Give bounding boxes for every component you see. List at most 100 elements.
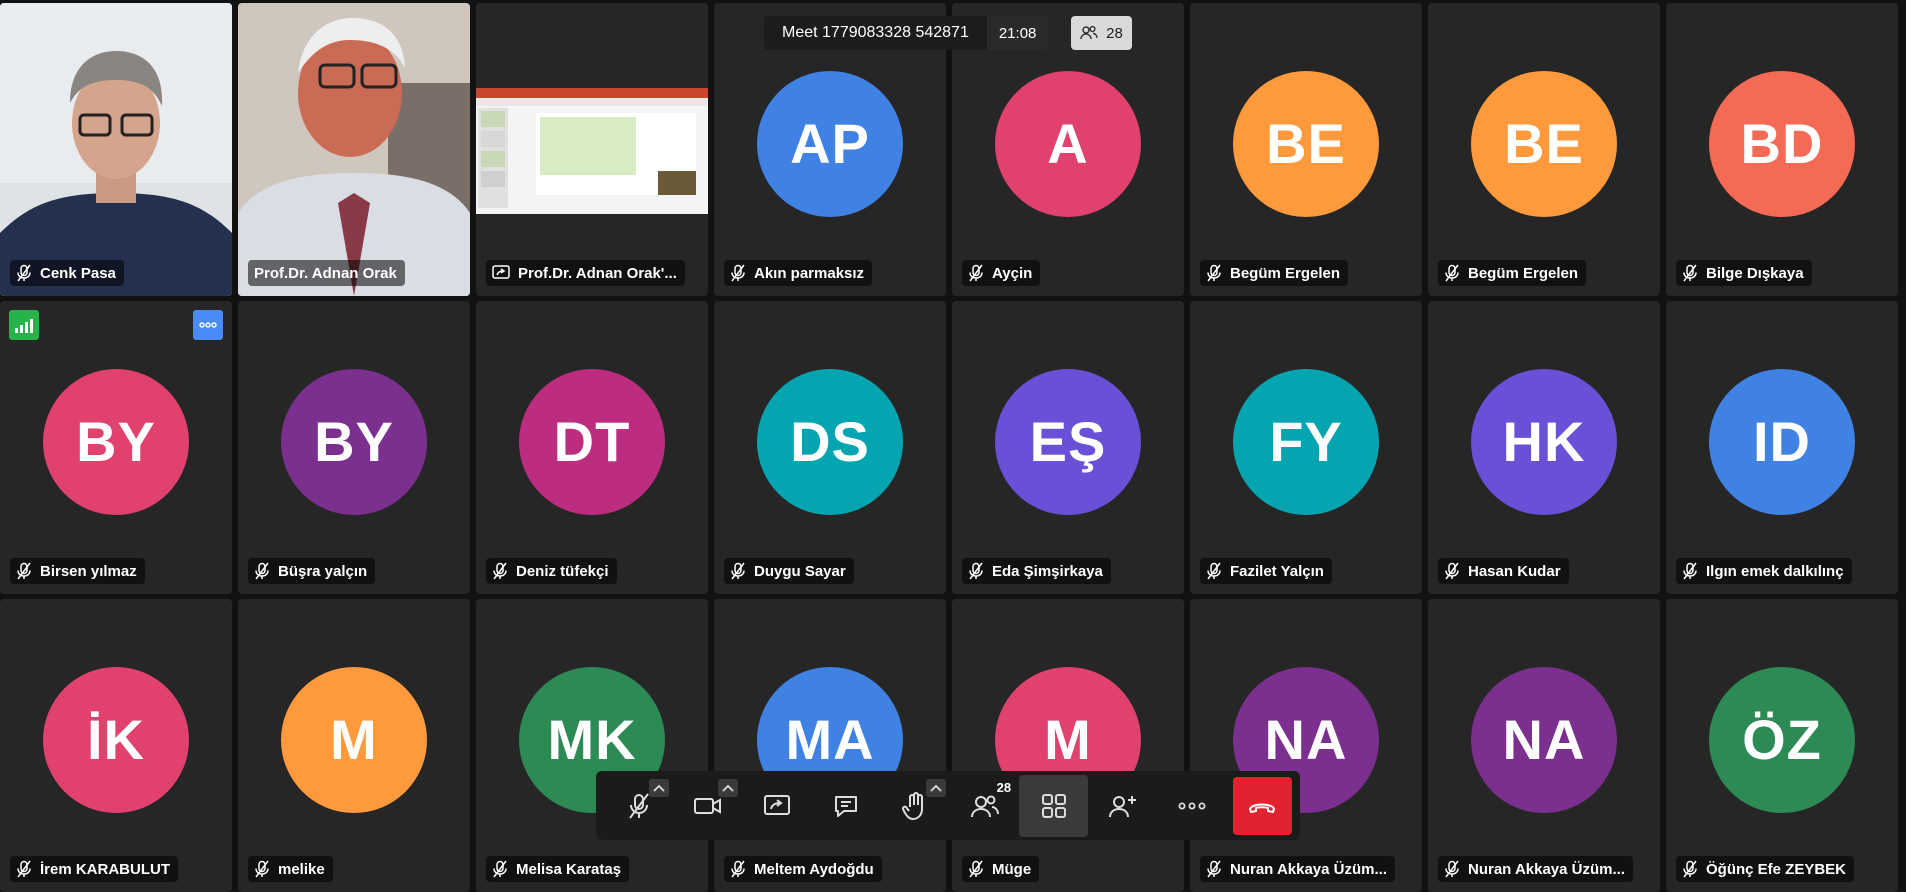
participant-name-label: melike [248, 856, 333, 882]
mic-off-icon [493, 562, 507, 580]
mic-off-icon [731, 860, 745, 878]
participant-name-label: Nuran Akkaya Üzüm... [1200, 856, 1395, 882]
mic-off-icon [969, 562, 983, 580]
mic-off-icon [731, 264, 745, 282]
participant-name: Ayçin [992, 264, 1033, 282]
participant-count-button[interactable]: 28 [1071, 16, 1132, 50]
participant-name-label: Birsen yılmaz [10, 558, 145, 584]
raise-hand-button[interactable] [881, 775, 950, 837]
participant-name: Duygu Sayar [754, 562, 846, 580]
participant-tile[interactable]: İK İrem KARABULUT [0, 599, 232, 892]
participant-count: 28 [1106, 24, 1123, 42]
participant-name-label: Hasan Kudar [1438, 558, 1569, 584]
mic-off-icon [628, 792, 649, 819]
participant-avatar: FY [1233, 368, 1379, 515]
participant-tile[interactable]: BE Begüm Ergelen [1428, 3, 1660, 296]
mic-off-icon [1683, 264, 1697, 282]
participant-name: Müge [992, 860, 1032, 878]
participant-name-label: Öğünç Efe ZEYBEK [1676, 856, 1855, 882]
participant-tile[interactable]: FY Fazilet Yalçın [1190, 301, 1422, 594]
participant-tile[interactable]: BY Büşra yalçın [238, 301, 470, 594]
participant-name: Birsen yılmaz [40, 562, 137, 580]
participant-name: Prof.Dr. Adnan Orak [254, 264, 397, 282]
camera-icon [693, 797, 721, 814]
participant-tile[interactable]: M Müge [952, 599, 1184, 892]
participant-name-label: Nuran Akkaya Üzüm... [1438, 856, 1633, 882]
participant-avatar: EŞ [995, 368, 1141, 515]
participant-tile[interactable]: ID Ilgın emek dalkılınç [1666, 301, 1898, 594]
participants-badge: 28 [996, 779, 1012, 795]
participant-tile[interactable]: Cenk Pasa [0, 3, 232, 296]
participant-avatar: DS [757, 368, 903, 515]
participant-name-label: Meltem Aydoğdu [724, 856, 882, 882]
chevron-up-icon [930, 784, 942, 792]
meeting-time: 21:08 [986, 16, 1049, 50]
chat-icon [835, 795, 858, 817]
participant-avatar: BE [1233, 70, 1379, 217]
share-screen-icon [763, 794, 790, 815]
connection-quality-icon[interactable] [9, 310, 39, 340]
mic-off-icon [1207, 264, 1221, 282]
screen-share-icon [492, 265, 510, 279]
participant-name: Melisa Karataş [516, 860, 622, 878]
participant-tile[interactable]: BY Birsen yılmaz [0, 301, 232, 594]
shared-screen-presentation [476, 3, 708, 296]
participant-name-label: Prof.Dr. Adnan Orak'... [486, 260, 685, 286]
participant-tile[interactable]: Prof.Dr. Adnan Orak'... [476, 3, 708, 296]
add-person-icon [1108, 795, 1136, 817]
meeting-info-bar: Meet 1779083328 542871 21:08 [764, 16, 1049, 50]
mic-off-icon [493, 860, 507, 878]
mic-off-icon [255, 562, 269, 580]
participant-name-label: Bilge Dışkaya [1676, 260, 1812, 286]
chevron-up-icon [722, 784, 735, 792]
grid-layout-icon [1041, 793, 1066, 818]
participant-avatar: BD [1709, 70, 1855, 217]
participant-tile[interactable]: DS Duygu Sayar [714, 301, 946, 594]
more-options-button[interactable] [1158, 775, 1227, 837]
participant-name: Fazilet Yalçın [1230, 562, 1324, 580]
participant-name-label: Eda Şimşirkaya [962, 558, 1111, 584]
leave-call-button[interactable] [1232, 776, 1292, 835]
participant-name-label: Begüm Ergelen [1200, 260, 1349, 286]
chat-button[interactable] [812, 775, 881, 837]
participant-tile[interactable]: BD Bilge Dışkaya [1666, 3, 1898, 296]
participant-name: Nuran Akkaya Üzüm... [1230, 860, 1387, 878]
hand-options-caret[interactable] [925, 778, 946, 797]
participant-tile[interactable]: Mmelike [238, 599, 470, 892]
participants-button[interactable]: 28 [950, 775, 1019, 837]
participant-name: Begüm Ergelen [1230, 264, 1341, 282]
participant-name-label: Melisa Karataş [486, 856, 630, 882]
participant-tile[interactable]: BE Begüm Ergelen [1190, 3, 1422, 296]
mic-options-caret[interactable] [649, 778, 670, 797]
layout-button[interactable] [1019, 774, 1089, 837]
participant-tile[interactable]: MA Meltem Aydoğdu [714, 599, 946, 892]
participant-tile[interactable]: NA Nuran Akkaya Üzüm... [1428, 599, 1660, 892]
share-screen-button[interactable] [742, 775, 811, 837]
participant-tile[interactable]: MK Melisa Karataş [476, 599, 708, 892]
participant-avatar: HK [1471, 368, 1617, 515]
participant-name: Cenk Pasa [40, 264, 116, 282]
mic-off-icon [731, 562, 745, 580]
participant-tile[interactable]: Prof.Dr. Adnan Orak [238, 3, 470, 296]
participant-tile[interactable]: HK Hasan Kudar [1428, 301, 1660, 594]
participant-name: Öğünç Efe ZEYBEK [1706, 860, 1847, 878]
camera-options-caret[interactable] [718, 778, 739, 797]
participant-name-label: Cenk Pasa [10, 260, 124, 286]
participant-name: Ilgın emek dalkılınç [1706, 562, 1844, 580]
invite-button[interactable] [1088, 775, 1157, 837]
participant-tile[interactable]: EŞ Eda Şimşirkaya [952, 301, 1184, 594]
camera-toggle-button[interactable] [673, 775, 742, 837]
participant-name: Eda Şimşirkaya [992, 562, 1103, 580]
participant-tile[interactable]: ÖZ Öğünç Efe ZEYBEK [1666, 599, 1898, 892]
participant-avatar: İK [43, 666, 189, 813]
tile-more-options-button[interactable] [193, 310, 223, 340]
mic-off-icon [1207, 562, 1221, 580]
participant-tile[interactable]: NA Nuran Akkaya Üzüm... [1190, 599, 1422, 892]
participant-name-label: Büşra yalçın [248, 558, 376, 584]
participant-name: Bilge Dışkaya [1706, 264, 1804, 282]
participant-name: Deniz tüfekçi [516, 562, 609, 580]
video-feed-cenk-pasa [0, 3, 232, 296]
mic-toggle-button[interactable] [604, 775, 673, 837]
participant-tile[interactable]: DT Deniz tüfekçi [476, 301, 708, 594]
participant-avatar: BE [1471, 70, 1617, 217]
